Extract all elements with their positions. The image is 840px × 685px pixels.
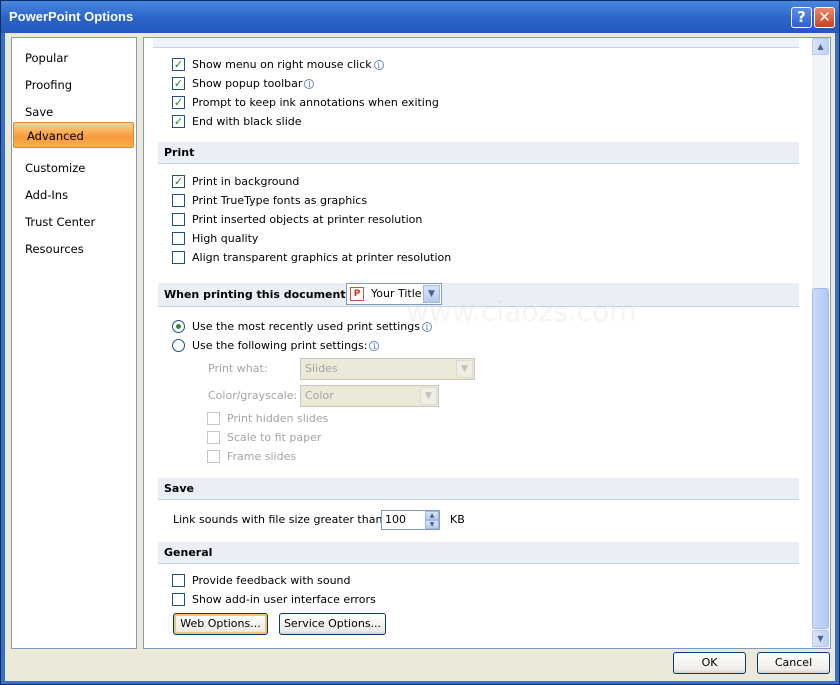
- section-title: When printing this document:: [164, 288, 350, 301]
- advanced-options-panel: ✓ Show menu on right mouse click i ✓ Show…: [143, 37, 831, 649]
- checkbox[interactable]: [172, 194, 185, 207]
- window-title: PowerPoint Options: [9, 9, 134, 24]
- close-button[interactable]: ✕: [814, 7, 835, 28]
- color-grayscale-value: Color: [305, 389, 334, 402]
- checkbox[interactable]: ✓: [172, 175, 185, 188]
- ok-button[interactable]: OK: [673, 652, 746, 674]
- option-label: Print inserted objects at printer resolu…: [192, 213, 423, 226]
- section-header-print: Print: [158, 142, 799, 164]
- nav-label: Add-Ins: [25, 188, 69, 202]
- checkbox[interactable]: [172, 251, 185, 264]
- checkbox[interactable]: [172, 593, 185, 606]
- radio-button[interactable]: [172, 320, 185, 333]
- close-icon: ✕: [818, 8, 831, 26]
- option-label: High quality: [192, 232, 259, 245]
- scroll-up-icon[interactable]: ▲: [812, 38, 829, 55]
- title-bar: PowerPoint Options ? ✕: [1, 1, 839, 33]
- option-label: Show add-in user interface errors: [192, 593, 376, 606]
- powerpoint-options-dialog: PowerPoint Options ? ✕ Popular Proofing …: [0, 0, 840, 685]
- radio-button[interactable]: [172, 339, 185, 352]
- print-what-select: Slides ▼: [300, 358, 475, 380]
- option-label: Print hidden slides: [227, 412, 329, 425]
- checkbox[interactable]: ✓: [172, 96, 185, 109]
- option-label: Frame slides: [227, 450, 297, 463]
- option-label: Align transparent graphics at printer re…: [192, 251, 452, 264]
- option-label: Print in background: [192, 175, 300, 188]
- category-nav: Popular Proofing Save Advanced Customize…: [11, 37, 137, 649]
- dialog-client-area: Popular Proofing Save Advanced Customize…: [5, 33, 835, 681]
- option-label: Show menu on right mouse click: [192, 58, 372, 71]
- powerpoint-doc-icon: P: [350, 287, 364, 301]
- checkbox[interactable]: ✓: [172, 77, 185, 90]
- help-icon: ?: [797, 8, 806, 26]
- nav-item-trust-center[interactable]: Trust Center: [12, 209, 136, 235]
- option-label: Use the most recently used print setting…: [192, 320, 420, 333]
- color-grayscale-label: Color/grayscale:: [208, 389, 298, 402]
- info-icon: i: [304, 79, 315, 89]
- section-header-save: Save: [158, 478, 799, 500]
- nav-item-advanced[interactable]: Advanced: [13, 122, 134, 148]
- option-label: Show popup toolbar: [192, 77, 303, 90]
- checkbox[interactable]: ✓: [172, 58, 185, 71]
- watermark: www.ciaozs.com: [406, 295, 637, 328]
- print-what-value: Slides: [305, 362, 338, 375]
- option-label: Use the following print settings:: [192, 339, 368, 352]
- option-label: Print TrueType fonts as graphics: [192, 194, 368, 207]
- nav-label: Popular: [25, 51, 69, 65]
- nav-label: Resources: [25, 242, 84, 256]
- scroll-thumb[interactable]: [812, 288, 829, 629]
- size-unit: KB: [450, 513, 465, 526]
- nav-item-customize[interactable]: Customize: [12, 155, 136, 181]
- nav-label: Customize: [25, 161, 86, 175]
- nav-label: Save: [25, 105, 54, 119]
- section-header-general: General: [158, 542, 799, 564]
- chevron-down-icon: ▼: [456, 360, 473, 378]
- chevron-down-icon: ▼: [420, 387, 437, 405]
- nav-item-add-ins[interactable]: Add-Ins: [12, 182, 136, 208]
- print-what-label: Print what:: [208, 362, 268, 375]
- web-options-button[interactable]: Web Options...: [173, 613, 268, 635]
- option-label: End with black slide: [192, 115, 302, 128]
- checkbox[interactable]: [172, 574, 185, 587]
- nav-label: Proofing: [25, 78, 73, 92]
- vertical-scrollbar[interactable]: ▲ ▼: [812, 38, 829, 648]
- info-icon: i: [373, 60, 384, 70]
- link-sounds-size-stepper[interactable]: 100 ▲ ▼: [381, 510, 440, 530]
- help-button[interactable]: ?: [791, 7, 812, 28]
- checkbox[interactable]: [172, 213, 185, 226]
- stepper-value[interactable]: 100: [385, 511, 406, 529]
- nav-item-resources[interactable]: Resources: [12, 236, 136, 262]
- checkbox: [207, 431, 220, 444]
- section-header-partial: [153, 38, 799, 48]
- scroll-down-icon[interactable]: ▼: [812, 630, 829, 647]
- option-label: Scale to fit paper: [227, 431, 322, 444]
- checkbox: [207, 450, 220, 463]
- nav-item-proofing[interactable]: Proofing: [12, 72, 136, 98]
- service-options-button[interactable]: Service Options...: [279, 613, 386, 635]
- chevron-up-icon[interactable]: ▲: [425, 511, 439, 520]
- nav-label: Trust Center: [25, 215, 96, 229]
- link-sounds-label: Link sounds with file size greater than:: [173, 513, 387, 526]
- option-label: Provide feedback with sound: [192, 574, 351, 587]
- option-label: Prompt to keep ink annotations when exit…: [192, 96, 439, 109]
- cancel-button[interactable]: Cancel: [757, 652, 830, 674]
- checkbox[interactable]: ✓: [172, 115, 185, 128]
- info-icon: i: [369, 341, 380, 351]
- nav-label: Advanced: [27, 129, 84, 143]
- nav-item-popular[interactable]: Popular: [12, 45, 136, 71]
- color-grayscale-select: Color ▼: [300, 385, 439, 407]
- checkbox: [207, 412, 220, 425]
- checkbox[interactable]: [172, 232, 185, 245]
- chevron-down-icon[interactable]: ▼: [425, 520, 439, 529]
